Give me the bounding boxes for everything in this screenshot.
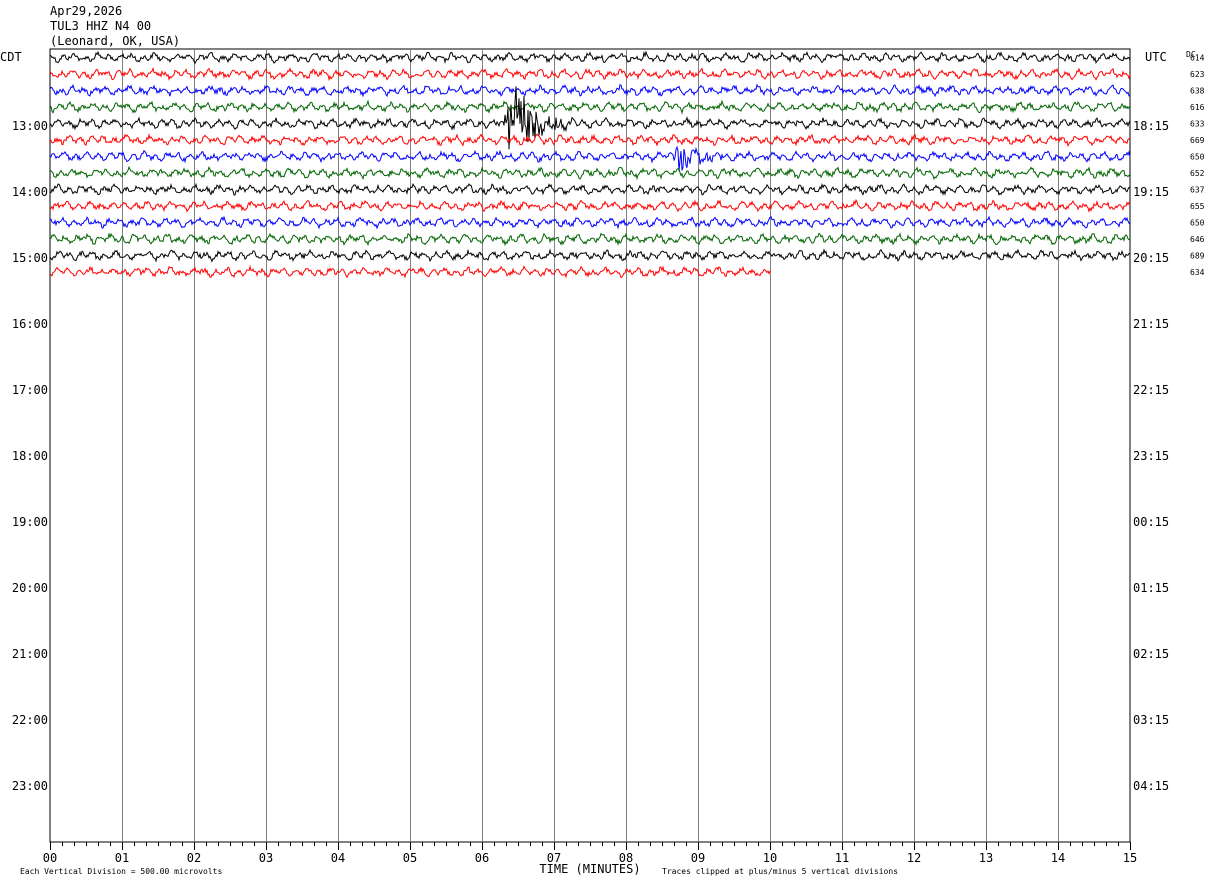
dc-offset-label: 616 (1190, 103, 1205, 112)
right-hour-label: 00:15 (1133, 515, 1169, 529)
right-hour-label: 01:15 (1133, 581, 1169, 595)
x-tick-label: 02 (187, 851, 201, 865)
left-hour-label: 13:00 (12, 119, 48, 133)
seismic-trace (49, 132, 1131, 148)
dc-offset-label: 638 (1190, 87, 1205, 96)
plot-frame (49, 48, 1131, 843)
trace-group (49, 50, 1131, 279)
scale-note: Each Vertical Division = 500.00 microvol… (20, 867, 222, 876)
left-hour-label: 21:00 (12, 647, 48, 661)
seismic-trace (49, 232, 1131, 247)
dc-offset-label: 623 (1190, 70, 1205, 79)
seismic-trace (49, 248, 1131, 263)
dc-offset-label: 614 (1190, 54, 1205, 63)
right-hour-label: 18:15 (1133, 119, 1169, 133)
seismic-trace (49, 66, 1131, 82)
x-tick-label: 04 (331, 851, 345, 865)
helicorder-plot: 00 01 02 03 04 05 06 07 08 09 10 11 12 13 14 15CDT UTC DC… (0, 48, 1205, 876)
x-tick-label: 09 (691, 851, 705, 865)
right-hour-label: 04:15 (1133, 779, 1169, 793)
seismic-trace (49, 145, 1131, 172)
right-timezone-label: UTC (1145, 50, 1167, 64)
x-tick-label: 13 (979, 851, 993, 865)
x-tick-label: 01 (115, 851, 129, 865)
right-hour-label: 19:15 (1133, 185, 1169, 199)
x-tick-label: 15 (1123, 851, 1137, 865)
plot-grid (49, 48, 1131, 850)
dc-offset-label: 689 (1190, 252, 1205, 261)
x-axis-title: TIME (MINUTES) (539, 862, 640, 876)
x-tick-label: 10 (763, 851, 777, 865)
x-tick-label: 14 (1051, 851, 1065, 865)
dc-offset-label: 650 (1190, 153, 1205, 162)
left-hour-label: 15:00 (12, 251, 48, 265)
left-hour-label: 17:00 (12, 383, 48, 397)
x-tick-label: 03 (259, 851, 273, 865)
right-hour-label: 22:15 (1133, 383, 1169, 397)
dc-offset-label: 655 (1190, 202, 1205, 211)
left-hour-label: 19:00 (12, 515, 48, 529)
left-hour-label: 20:00 (12, 581, 48, 595)
left-hour-label: 22:00 (12, 713, 48, 727)
right-hour-label: 23:15 (1133, 449, 1169, 463)
x-tick-label: 06 (475, 851, 489, 865)
seismic-trace (49, 50, 1131, 65)
dc-offset-label: 650 (1190, 219, 1205, 228)
left-hour-label: 23:00 (12, 779, 48, 793)
right-hour-label: 21:15 (1133, 317, 1169, 331)
right-hour-label: 02:15 (1133, 647, 1169, 661)
seismic-trace (49, 165, 1131, 181)
x-tick-label: 00 (43, 851, 57, 865)
x-tick-label: 12 (907, 851, 921, 865)
right-hour-label: 20:15 (1133, 251, 1169, 265)
right-hour-label: 03:15 (1133, 713, 1169, 727)
dc-offset-label: 652 (1190, 169, 1205, 178)
seismic-trace (49, 83, 1131, 98)
dc-offset-label: 633 (1190, 120, 1205, 129)
seismic-trace (49, 99, 1131, 115)
dc-offset-label: 634 (1190, 268, 1205, 277)
dc-offset-label: 646 (1190, 235, 1205, 244)
x-tick-label: 11 (835, 851, 849, 865)
left-hour-label: 18:00 (12, 449, 48, 463)
seismic-trace (49, 199, 1131, 213)
left-hour-label: 14:00 (12, 185, 48, 199)
seismic-trace (49, 215, 1131, 230)
dc-offset-label: 637 (1190, 186, 1205, 195)
left-hour-label: 16:00 (12, 317, 48, 331)
clip-note: Traces clipped at plus/minus 5 vertical … (662, 867, 898, 876)
seismic-trace (49, 182, 1131, 196)
x-tick-label: 05 (403, 851, 417, 865)
dc-offset-label: 669 (1190, 136, 1205, 145)
left-timezone-label: CDT (0, 50, 22, 64)
